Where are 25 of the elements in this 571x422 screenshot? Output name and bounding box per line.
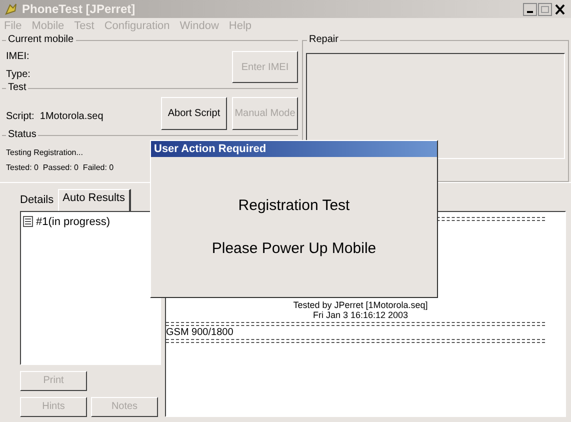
list-item[interactable]: #1(in progress) — [36, 214, 110, 230]
status-text: Testing Registration... — [6, 148, 83, 158]
report-header: Fri Jan 3 16:16:12 2003 — [312, 310, 408, 320]
dialog-message: Please Power Up Mobile — [212, 238, 376, 258]
dialog-title: User Action Required — [154, 142, 266, 157]
field-label: IMEI: — [6, 51, 30, 63]
button[interactable]: Abort Script — [161, 97, 227, 130]
report-header: Tested by JPerret [1Motorola.seq] — [293, 300, 428, 310]
menu-item[interactable]: Test — [74, 18, 94, 34]
menu-item[interactable]: Configuration — [104, 18, 170, 34]
group-title: Repair — [307, 34, 340, 46]
menu-item[interactable]: File — [4, 18, 22, 34]
dialog-message: Registration Test — [238, 196, 350, 216]
band-text: GSM 900/1800 — [166, 326, 234, 338]
close-icon[interactable] — [553, 2, 567, 16]
tab[interactable]: Details — [16, 189, 58, 210]
menu-item[interactable]: Window — [180, 18, 219, 34]
field-label: Type: — [6, 69, 30, 81]
app-icon — [4, 2, 18, 16]
minimize-icon[interactable] — [523, 2, 537, 16]
window-title: PhoneTest [JPerret] — [22, 1, 136, 18]
script-label: Script: 1Motorola.seq — [6, 111, 104, 122]
status-text: Tested: 0 Passed: 0 Failed: 0 — [6, 163, 114, 173]
menu-item[interactable]: Help — [228, 18, 252, 34]
menu-item[interactable]: Mobile — [32, 18, 64, 34]
